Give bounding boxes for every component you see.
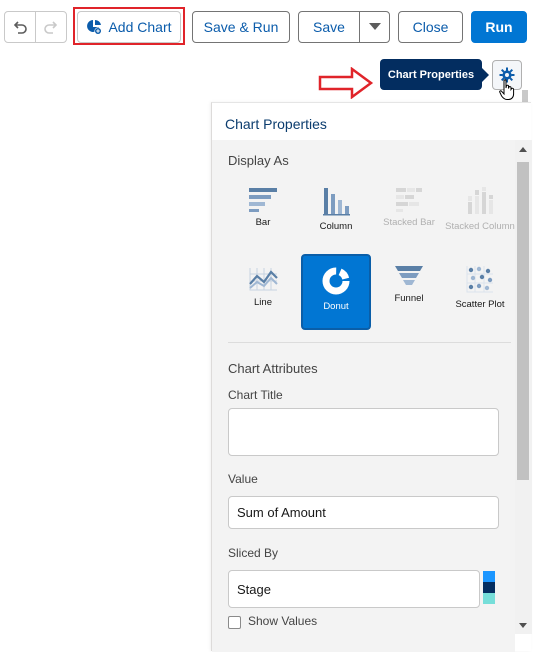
panel-title: Chart Properties	[225, 116, 327, 132]
show-values-label: Show Values	[248, 614, 318, 628]
chart-type-label: Funnel	[394, 293, 424, 304]
sliced-by-label: Sliced By	[228, 546, 279, 560]
panel-edge-marker	[522, 90, 528, 102]
donut-chart-icon	[322, 267, 350, 295]
chart-type-line[interactable]: Line	[228, 254, 298, 330]
value-label: Value	[228, 472, 258, 486]
undo-redo-group	[4, 11, 67, 43]
chart-type-scatter-plot[interactable]: Scatter Plot	[445, 254, 515, 330]
sliced-by-field[interactable]: Stage	[228, 570, 480, 608]
chart-type-funnel[interactable]: Funnel	[374, 254, 444, 330]
chart-properties-tooltip: Chart Properties	[380, 59, 489, 90]
chart-title-label: Chart Title	[228, 388, 283, 402]
chart-type-label: Line	[254, 297, 272, 308]
slice-color-swatches[interactable]	[483, 571, 495, 604]
redo-icon	[44, 21, 58, 34]
color-swatch[interactable]	[483, 571, 495, 582]
chart-add-icon	[87, 19, 103, 35]
caret-down-icon	[368, 23, 381, 30]
annotation-arrow-icon	[318, 67, 374, 99]
undo-icon	[13, 21, 27, 34]
stacked-bar-chart-icon	[396, 188, 422, 212]
chart-type-label: Column	[319, 221, 353, 232]
panel-scroll-area: Display As Bar Column Stacked Bar Stacke…	[212, 140, 515, 652]
stacked-column-chart-icon	[468, 187, 493, 214]
chart-properties-panel: Chart Properties Display As Bar Column S…	[211, 102, 532, 652]
color-swatch[interactable]	[483, 582, 495, 593]
funnel-chart-icon	[395, 266, 423, 285]
scatter-plot-icon	[466, 266, 493, 293]
save-and-run-button[interactable]: Save & Run	[192, 11, 290, 43]
color-swatch[interactable]	[483, 593, 495, 604]
chart-type-label: Scatter Plot	[455, 299, 505, 310]
undo-button[interactable]	[5, 12, 35, 42]
add-chart-label: Add Chart	[108, 19, 172, 35]
chart-type-label: Stacked Bar	[383, 217, 435, 228]
column-chart-icon	[323, 188, 350, 216]
save-button[interactable]: Save	[298, 11, 360, 43]
chart-type-stacked-bar[interactable]: Stacked Bar	[374, 176, 444, 252]
chart-title-input[interactable]	[228, 408, 499, 456]
chart-attributes-heading: Chart Attributes	[228, 361, 318, 376]
chart-type-stacked-column[interactable]: Stacked Column	[445, 176, 515, 252]
close-button[interactable]: Close	[398, 11, 463, 43]
scroll-down-arrow-icon[interactable]	[519, 623, 527, 628]
chart-type-label: Bar	[255, 217, 271, 228]
chart-type-donut[interactable]: Donut	[301, 254, 371, 330]
save-menu-button[interactable]	[359, 11, 390, 43]
redo-button[interactable]	[35, 12, 66, 42]
chart-type-label: Stacked Column	[445, 221, 515, 232]
chart-type-column[interactable]: Column	[301, 176, 371, 252]
display-as-heading: Display As	[228, 153, 289, 168]
bar-chart-icon	[249, 188, 277, 212]
scroll-up-arrow-icon[interactable]	[519, 147, 527, 152]
line-chart-icon	[249, 268, 278, 291]
chart-type-bar[interactable]: Bar	[228, 176, 298, 252]
hand-cursor-icon	[499, 79, 515, 100]
chart-type-label: Donut	[323, 301, 349, 312]
section-divider	[228, 342, 511, 343]
add-chart-button[interactable]: Add Chart	[77, 11, 181, 43]
value-field[interactable]: Sum of Amount	[228, 496, 499, 529]
scrollbar-thumb[interactable]	[517, 162, 529, 480]
show-values-checkbox[interactable]	[228, 616, 241, 629]
panel-scrollbar[interactable]	[515, 140, 532, 634]
run-button[interactable]: Run	[471, 11, 527, 43]
